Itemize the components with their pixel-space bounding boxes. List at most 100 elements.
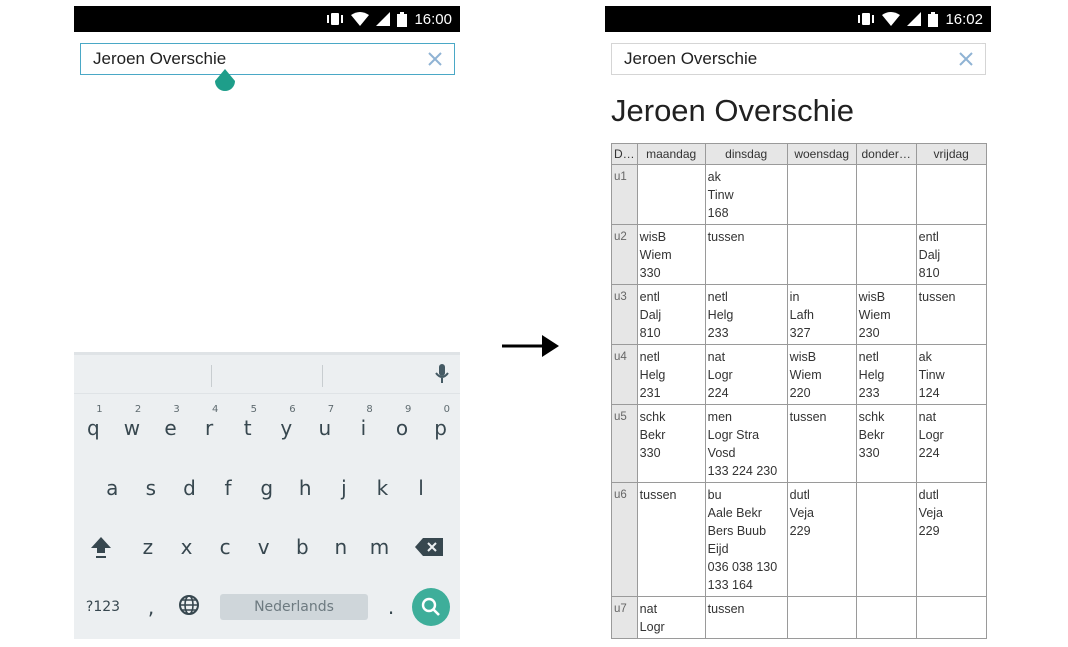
key-v[interactable]: v	[244, 519, 283, 575]
table-cell: entl Dalj 810	[636, 284, 706, 345]
key-label: d	[183, 476, 196, 500]
phone-screen-before: 16:00 Jeroen Overschie q1w2e3r4t5y6u7i8o…	[74, 6, 460, 639]
column-header: dinsdag	[704, 143, 788, 165]
key-label: a	[106, 476, 119, 500]
table-row: u7 nat Logr tussen	[611, 596, 987, 639]
key-number-hint: 6	[289, 404, 296, 415]
key-w[interactable]: w2	[113, 400, 152, 456]
suggestion-strip[interactable]	[74, 355, 460, 394]
key-m[interactable]: m	[360, 519, 399, 575]
key-label: z	[142, 535, 154, 559]
key-r[interactable]: r4	[190, 400, 229, 456]
key-c[interactable]: c	[206, 519, 245, 575]
space-key[interactable]: Nederlands	[208, 579, 380, 635]
table-cell: dutl Veja 229	[915, 482, 987, 597]
key-k[interactable]: k	[363, 460, 402, 516]
key-number-hint: 5	[250, 404, 257, 415]
status-time: 16:02	[945, 10, 983, 28]
key-label: e	[164, 416, 177, 440]
key-n[interactable]: n	[322, 519, 361, 575]
key-label: y	[280, 416, 293, 440]
text-cursor-handle[interactable]	[215, 69, 235, 95]
search-input-value: Jeroen Overschie	[624, 49, 758, 68]
key-number-hint: 4	[212, 404, 219, 415]
language-key[interactable]	[170, 579, 208, 635]
key-label: l	[418, 476, 424, 500]
key-b[interactable]: b	[283, 519, 322, 575]
key-number-hint: 0	[443, 404, 450, 415]
search-key[interactable]	[402, 579, 460, 635]
key-e[interactable]: e3	[151, 400, 190, 456]
table-cell: tussen	[704, 596, 788, 639]
table-row: u6 tussen bu Aale Bekr Bers Buub Eijd 036 …	[611, 482, 987, 597]
key-label: s	[145, 476, 157, 500]
key-number-hint: 3	[173, 404, 180, 415]
key-label: c	[219, 535, 231, 559]
key-j[interactable]: j	[325, 460, 364, 516]
table-cell	[786, 224, 857, 285]
table-cell: wisB Wiem 220	[786, 344, 857, 405]
key-z[interactable]: z	[129, 519, 168, 575]
clear-icon[interactable]	[953, 46, 979, 72]
key-number-hint: 1	[96, 404, 103, 415]
search-input[interactable]: Jeroen Overschie	[80, 43, 455, 75]
table-cell: tussen	[636, 482, 706, 597]
page-title: Jeroen Overschie	[611, 93, 854, 128]
key-label: r	[204, 416, 214, 440]
backspace-key[interactable]	[399, 519, 460, 575]
table-row: u4 netl Helg 231 nat Logr 224 wisB Wiem 220…	[611, 344, 987, 405]
table-cell: netl Helg 233	[704, 284, 788, 345]
key-number-hint: 9	[404, 404, 412, 415]
hour-label: u1	[611, 164, 638, 225]
key-i[interactable]: i8	[344, 400, 383, 456]
key-l[interactable]: l	[402, 460, 441, 516]
key-label: o	[395, 416, 409, 440]
search-input[interactable]: Jeroen Overschie	[611, 43, 986, 75]
key-label: w	[123, 416, 141, 440]
column-header: vrijdag	[915, 143, 987, 165]
key-label: g	[260, 476, 274, 500]
key-x[interactable]: x	[167, 519, 206, 575]
key-a[interactable]: a	[93, 460, 132, 516]
key-s[interactable]: s	[132, 460, 171, 516]
table-cell: wisB Wiem 330	[636, 224, 706, 285]
shift-key[interactable]	[74, 519, 129, 575]
key-o[interactable]: o9	[383, 400, 422, 456]
key-y[interactable]: y6	[267, 400, 306, 456]
key-label: x	[180, 535, 193, 559]
microphone-icon[interactable]	[434, 363, 450, 390]
key-label: p	[434, 416, 447, 440]
table-cell: men Logr Stra Vosd 133 224 230	[704, 404, 788, 483]
column-header: D…	[611, 143, 638, 165]
column-header: donder…	[855, 143, 917, 165]
table-cell	[636, 164, 706, 225]
battery-icon	[928, 11, 939, 27]
key-h[interactable]: h	[286, 460, 325, 516]
table-cell: netl Helg 231	[636, 344, 706, 405]
hour-label: u3	[611, 284, 638, 345]
key-g[interactable]: g	[247, 460, 286, 516]
key-number-hint: 7	[327, 404, 335, 415]
key-f[interactable]: f	[209, 460, 248, 516]
key-d[interactable]: d	[170, 460, 209, 516]
hour-label: u5	[611, 404, 638, 483]
vibrate-icon	[326, 12, 344, 26]
clear-icon[interactable]	[422, 46, 448, 72]
key-p[interactable]: p0	[421, 400, 460, 456]
signal-icon	[376, 12, 391, 26]
table-cell: entl Dalj 810	[915, 224, 987, 285]
key-label: h	[298, 476, 312, 500]
keyboard-row-1: q1w2e3r4t5y6u7i8o9p0	[74, 400, 460, 456]
keyboard-row-3-letters: z x c v b nm	[129, 519, 399, 575]
table-cell: wisB Wiem 230	[855, 284, 917, 345]
key-u[interactable]: u7	[306, 400, 345, 456]
key-t[interactable]: t5	[228, 400, 267, 456]
table-cell	[855, 482, 917, 597]
comma-key[interactable]: ,	[132, 579, 170, 635]
key-q[interactable]: q1	[74, 400, 113, 456]
key-label: k	[376, 476, 389, 500]
table-cell: nat Logr 224	[704, 344, 788, 405]
hour-label: u6	[611, 482, 638, 597]
symbols-key[interactable]: ?123	[74, 579, 132, 635]
period-key[interactable]: .	[380, 579, 402, 635]
